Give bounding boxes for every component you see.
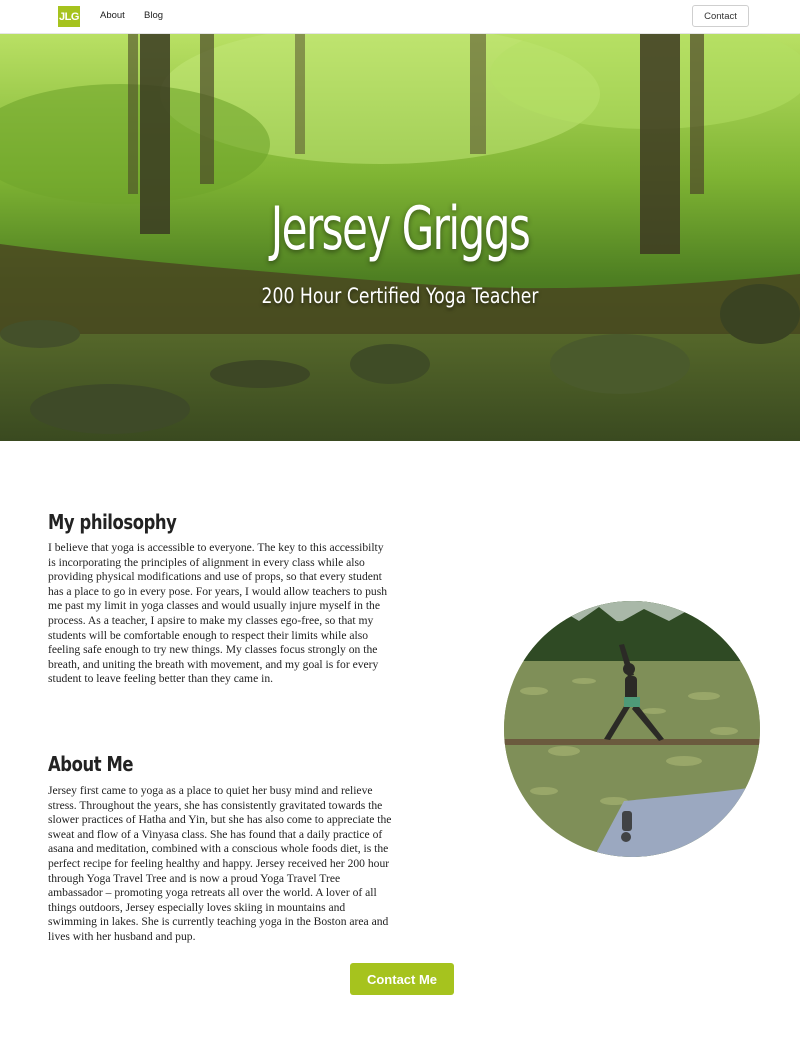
yoga-pose-photo: [504, 601, 760, 857]
nav-link-about[interactable]: About: [100, 10, 125, 21]
philosophy-text: I believe that yoga is accessible to eve…: [48, 541, 388, 686]
contact-me-button[interactable]: Contact Me: [350, 963, 454, 995]
top-nav: JLG About Blog Contact: [0, 0, 800, 34]
about-text: Jersey first came to yoga as a place to …: [48, 784, 392, 943]
hero-banner: Jersey Griggs 200 Hour Certified Yoga Te…: [0, 34, 800, 441]
hero-title: Jersey Griggs: [270, 194, 531, 264]
nav-link-blog[interactable]: Blog: [144, 10, 163, 21]
contact-button[interactable]: Contact: [692, 5, 749, 27]
about-heading: About Me: [48, 752, 134, 776]
philosophy-heading: My philosophy: [48, 510, 177, 534]
hero-subtitle: 200 Hour Certified Yoga Teacher: [261, 284, 539, 308]
logo[interactable]: JLG: [58, 6, 80, 27]
